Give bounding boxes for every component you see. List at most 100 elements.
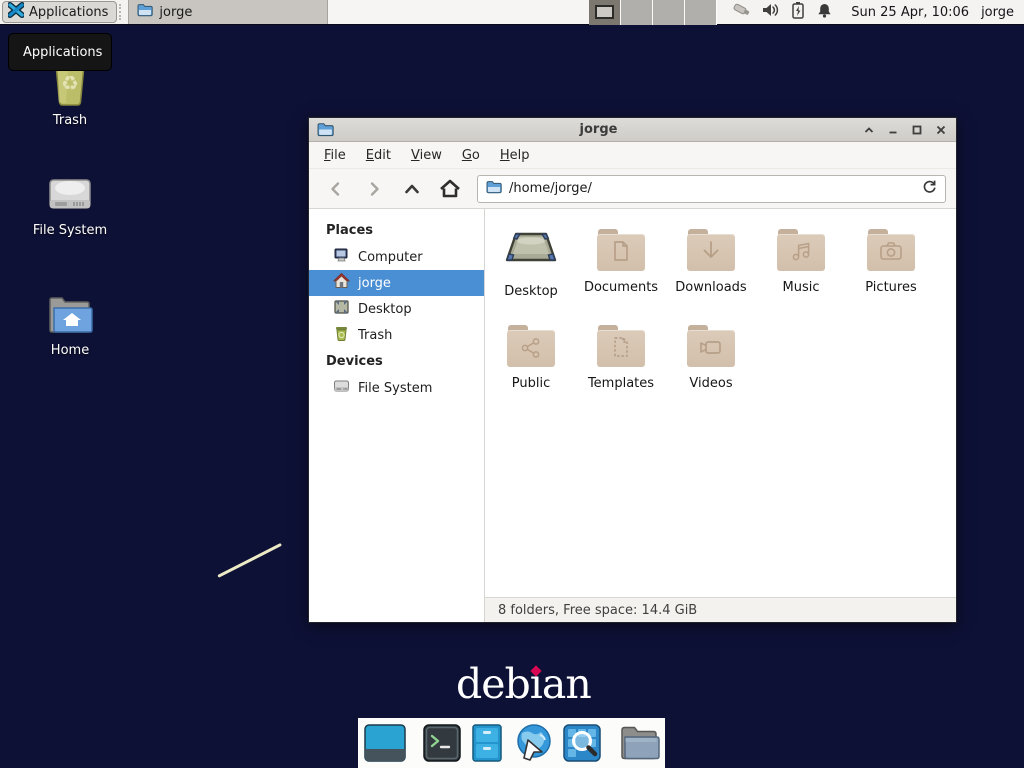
folder-item-templates[interactable]: Templates [576, 323, 666, 419]
trash-icon [333, 325, 350, 345]
folder-item-label: Documents [584, 280, 658, 295]
top-panel: Applications jorge [0, 0, 1024, 25]
workspace-3[interactable] [653, 0, 685, 25]
menu-help[interactable]: Help [491, 144, 539, 167]
clock-text: Sun 25 Apr, 10:06 [851, 5, 969, 20]
reload-icon[interactable] [922, 179, 937, 198]
home-icon [333, 273, 350, 293]
folder-item-label: Desktop [504, 284, 558, 299]
folder-item-documents[interactable]: Documents [576, 227, 666, 323]
logo-text: an [542, 660, 591, 708]
debian-logo: debıan [456, 660, 591, 708]
panel-clock[interactable]: Sun 25 Apr, 10:06 [843, 0, 977, 24]
sidebar-item-label: Trash [358, 328, 392, 343]
folder-item-public[interactable]: Public [486, 323, 576, 419]
folder-item-label: Public [512, 376, 550, 391]
taskbar-window-label: jorge [159, 5, 192, 20]
app-finder-icon[interactable] [562, 722, 602, 764]
templates-emblem-icon [597, 323, 645, 367]
applications-menu-button[interactable]: Applications [2, 1, 117, 23]
taskbar-window-button[interactable]: jorge [128, 0, 328, 24]
desktop-icon-home[interactable]: Home [15, 294, 125, 358]
address-text: /home/jorge/ [509, 181, 915, 196]
maximize-icon[interactable] [910, 123, 924, 137]
volume-icon[interactable] [762, 2, 780, 22]
sidebar-item-trash[interactable]: Trash [309, 322, 484, 348]
folder-item-desktop[interactable]: Desktop [486, 227, 576, 323]
dock [358, 718, 665, 768]
file-manager-window: jorge File Edit View Go Help [308, 117, 957, 623]
file-cabinet-icon[interactable] [470, 722, 504, 764]
panel-username[interactable]: jorge [977, 0, 1024, 24]
taskbar-empty-area [328, 0, 589, 24]
home-icon[interactable] [433, 174, 467, 204]
folder-item-downloads[interactable]: Downloads [666, 227, 756, 323]
sidebar-item-label: Computer [358, 250, 423, 265]
desktop-icon-file-system[interactable]: File System [15, 176, 125, 238]
workspace-pager [589, 0, 717, 25]
folder-item-label: Downloads [675, 280, 746, 295]
workspace-2[interactable] [621, 0, 653, 25]
desktop-special-icon [503, 227, 559, 275]
forward-icon[interactable] [357, 174, 391, 204]
music-emblem-icon [777, 227, 825, 271]
sidebar-item-label: jorge [358, 276, 391, 291]
sidebar-item-file-system[interactable]: File System [309, 375, 484, 401]
web-browser-icon[interactable] [512, 722, 554, 764]
applications-tooltip: Applications [8, 33, 112, 71]
system-tray [717, 0, 843, 24]
sidebar-header-places: Places [309, 217, 484, 244]
pictures-emblem-icon [867, 227, 915, 271]
sidebar-item-computer[interactable]: Computer [309, 244, 484, 270]
svg-text:♻: ♻ [61, 71, 79, 95]
terminal-icon[interactable] [422, 722, 462, 764]
share-emblem-icon [507, 323, 555, 367]
hard-drive-icon [15, 176, 125, 216]
workspace-window-thumb [595, 5, 614, 19]
sidebar-item-label: Desktop [358, 302, 412, 317]
videos-emblem-icon [687, 323, 735, 367]
show-desktop-icon[interactable] [364, 722, 406, 764]
desktop-icon-label: Trash [15, 113, 125, 128]
sidebar-header-devices: Devices [309, 348, 484, 375]
statusbar-text: 8 folders, Free space: 14.4 GiB [498, 603, 697, 618]
downloads-emblem-icon [687, 227, 735, 271]
panel-grip[interactable] [119, 4, 126, 20]
close-icon[interactable] [934, 123, 948, 137]
file-manager-icon[interactable] [618, 722, 660, 764]
sidebar-item-label: File System [358, 381, 432, 396]
window-title: jorge [335, 122, 862, 137]
desktop: Applications jorge [0, 0, 1024, 768]
stylus-icon[interactable] [731, 0, 751, 24]
path-entry[interactable]: /home/jorge/ [477, 175, 946, 203]
minimize-icon[interactable] [886, 123, 900, 137]
hard-drive-icon [333, 378, 350, 398]
notifications-bell-icon[interactable] [816, 2, 833, 23]
battery-charging-icon[interactable] [791, 1, 805, 23]
distro-x-icon [8, 2, 24, 22]
path-folder-icon [486, 180, 502, 198]
computer-icon [333, 247, 350, 267]
workspace-4[interactable] [685, 0, 717, 25]
sidebar-item-desktop[interactable]: Desktop [309, 296, 484, 322]
menu-view[interactable]: View [402, 144, 451, 167]
menu-file[interactable]: File [315, 144, 355, 167]
folder-item-music[interactable]: Music [756, 227, 846, 323]
workspace-1[interactable] [589, 0, 621, 25]
folder-item-label: Templates [588, 376, 654, 391]
folder-item-pictures[interactable]: Pictures [846, 227, 936, 323]
back-icon[interactable] [319, 174, 353, 204]
menu-go[interactable]: Go [453, 144, 489, 167]
window-titlebar[interactable]: jorge [309, 118, 956, 142]
folder-icon-view: Desktop Documents [485, 209, 956, 597]
folder-icon [137, 3, 153, 21]
applications-menu-label: Applications [29, 5, 108, 20]
folder-item-label: Music [783, 280, 820, 295]
folder-item-videos[interactable]: Videos [666, 323, 756, 419]
menu-edit[interactable]: Edit [357, 144, 400, 167]
desktop-icon-label: Home [15, 343, 125, 358]
sidebar-item-jorge[interactable]: jorge [309, 270, 484, 296]
shade-icon[interactable] [862, 123, 876, 137]
sidebar: Places Computer [309, 209, 485, 622]
up-icon[interactable] [395, 174, 429, 204]
